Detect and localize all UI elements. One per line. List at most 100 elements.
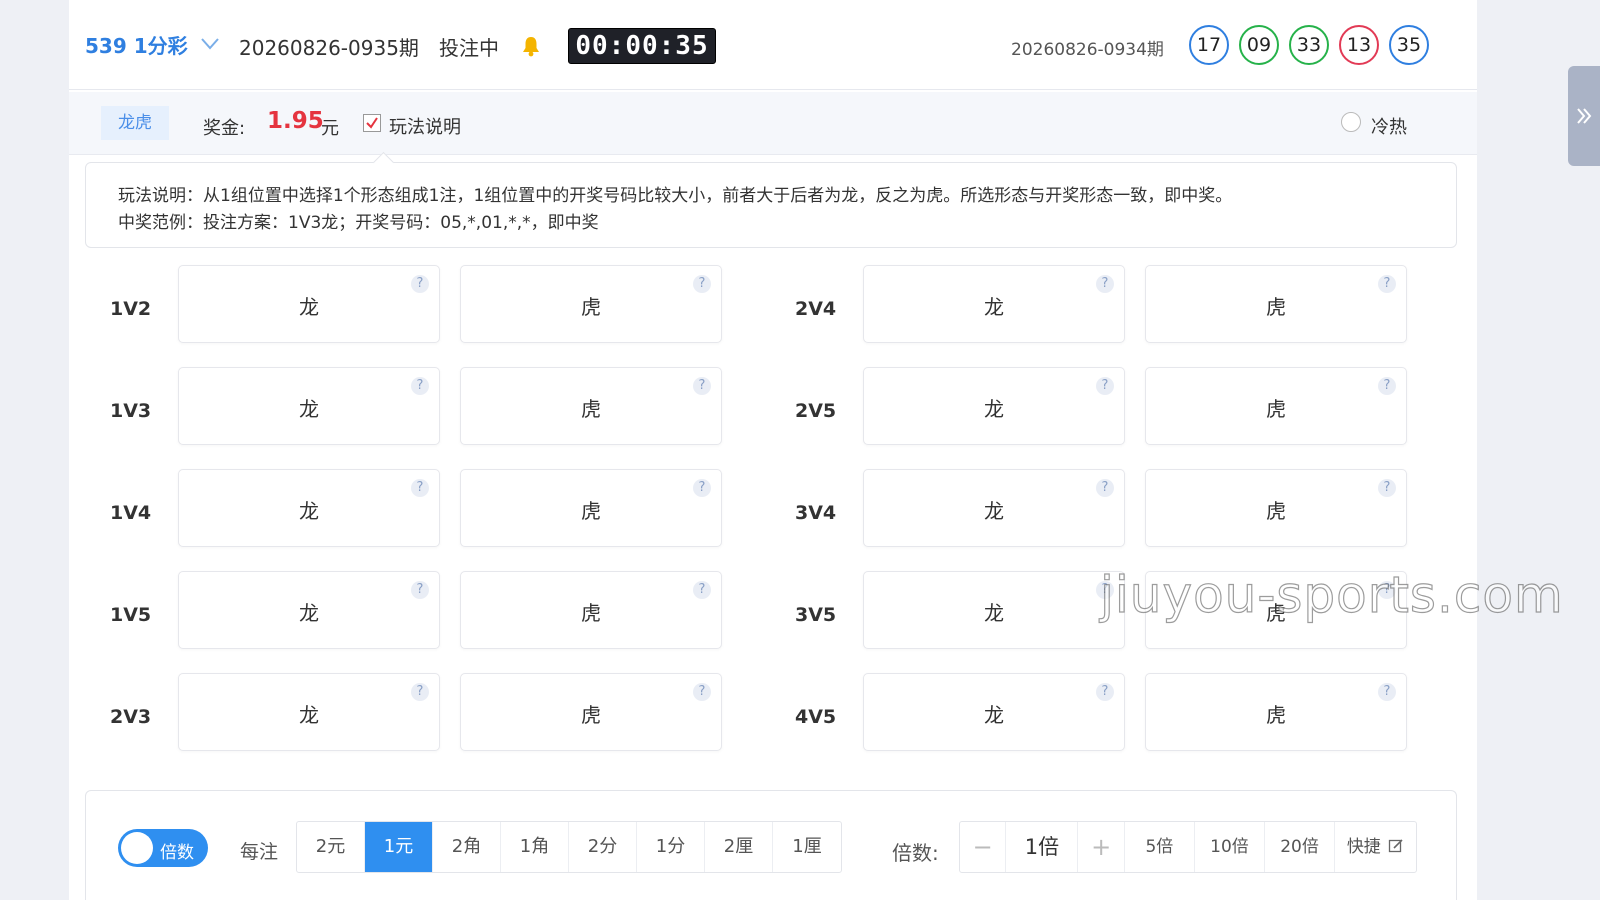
tiger-label: 虎 xyxy=(581,499,601,523)
help-icon[interactable]: ? xyxy=(1096,377,1114,395)
result-ball: 17 xyxy=(1189,25,1229,65)
multiplier-stepper: − 1倍 + 5倍 10倍 20倍 快捷 xyxy=(959,821,1417,873)
help-icon[interactable]: ? xyxy=(411,581,429,599)
watermark: jiuyou-sports.com xyxy=(1099,565,1564,624)
hot-cold-label[interactable]: 冷热 xyxy=(1371,113,1407,139)
position-pair-label: 2V3 xyxy=(110,706,152,728)
shortcut-label: 快捷 xyxy=(1346,837,1381,857)
bell-icon[interactable] xyxy=(521,35,541,57)
tiger-option[interactable]: 虎? xyxy=(1145,367,1407,445)
tiger-option[interactable]: 虎? xyxy=(1145,673,1407,751)
chevron-down-icon[interactable] xyxy=(199,32,221,54)
unit-selector: 2元 1元 2角 1角 2分 1分 2厘 1厘 xyxy=(296,821,842,873)
tiger-option[interactable]: 虎? xyxy=(1145,469,1407,547)
decrease-button[interactable]: − xyxy=(960,822,1005,872)
position-pair-label: 4V5 xyxy=(795,706,837,728)
position-pair-label: 3V4 xyxy=(795,502,837,524)
tiger-option[interactable]: 虎? xyxy=(460,265,722,343)
dragon-option[interactable]: 龙? xyxy=(178,469,440,547)
unit-option[interactable]: 1元 xyxy=(365,822,433,872)
play-tabbar: 龙虎 奖金: 1.95 元 玩法说明 冷热 xyxy=(69,92,1477,155)
dragon-option[interactable]: 龙? xyxy=(178,673,440,751)
help-icon[interactable]: ? xyxy=(411,275,429,293)
rule-label[interactable]: 玩法说明 xyxy=(389,113,461,139)
unit-option[interactable]: 1角 xyxy=(501,822,569,872)
shortcut-button[interactable]: 快捷 xyxy=(1334,822,1416,872)
result-balls: 17 09 33 13 35 xyxy=(1189,25,1439,65)
unit-option[interactable]: 2厘 xyxy=(705,822,773,872)
rule-checkbox[interactable] xyxy=(363,114,381,132)
bet-controls: 倍数 每注 2元 1元 2角 1角 2分 1分 2厘 1厘 倍数: − 1倍 + 5倍 10倍… xyxy=(85,790,1457,900)
result-ball: 33 xyxy=(1289,25,1329,65)
tiger-option[interactable]: 虎? xyxy=(1145,265,1407,343)
help-icon[interactable]: ? xyxy=(411,479,429,497)
dragon-option[interactable]: 龙? xyxy=(863,265,1125,343)
dragon-option[interactable]: 龙? xyxy=(178,265,440,343)
unit-option[interactable]: 1厘 xyxy=(773,822,841,872)
result-ball: 13 xyxy=(1339,25,1379,65)
dragon-label: 龙 xyxy=(299,295,319,319)
prize-value: 1.95 xyxy=(267,108,324,134)
side-panel-toggle[interactable] xyxy=(1568,66,1600,166)
result-ball: 35 xyxy=(1389,25,1429,65)
increase-button[interactable]: + xyxy=(1078,822,1123,872)
tiger-label: 虎 xyxy=(1266,703,1286,727)
quick-5x-button[interactable]: 5倍 xyxy=(1123,822,1194,872)
multiplier-value[interactable]: 1倍 xyxy=(1005,822,1079,872)
tiger-label: 虎 xyxy=(581,601,601,625)
tab-dragon-tiger[interactable]: 龙虎 xyxy=(101,106,169,140)
dragon-option[interactable]: 龙? xyxy=(178,571,440,649)
unit-option[interactable]: 1分 xyxy=(637,822,705,872)
double-chevron-right-icon xyxy=(1577,108,1592,124)
dragon-option[interactable]: 龙? xyxy=(863,571,1125,649)
tiger-label: 虎 xyxy=(1266,295,1286,319)
dragon-label: 龙 xyxy=(299,499,319,523)
quick-10x-button[interactable]: 10倍 xyxy=(1193,822,1264,872)
hot-cold-radio[interactable] xyxy=(1341,112,1361,132)
help-icon[interactable]: ? xyxy=(411,683,429,701)
dragon-option[interactable]: 龙? xyxy=(863,469,1125,547)
help-icon[interactable]: ? xyxy=(693,683,711,701)
dragon-label: 龙 xyxy=(299,601,319,625)
help-icon[interactable]: ? xyxy=(411,377,429,395)
check-icon xyxy=(366,117,378,129)
tiger-option[interactable]: 虎? xyxy=(460,469,722,547)
help-icon[interactable]: ? xyxy=(1378,683,1396,701)
help-icon[interactable]: ? xyxy=(1096,479,1114,497)
last-period: 20260826-0934期 xyxy=(1011,40,1164,60)
betting-status: 投注中 xyxy=(439,36,499,60)
tiger-label: 虎 xyxy=(581,295,601,319)
dragon-option[interactable]: 龙? xyxy=(863,367,1125,445)
position-pair-label: 1V2 xyxy=(110,298,152,320)
help-icon[interactable]: ? xyxy=(1096,275,1114,293)
help-icon[interactable]: ? xyxy=(1378,479,1396,497)
help-icon[interactable]: ? xyxy=(693,581,711,599)
help-icon[interactable]: ? xyxy=(1378,377,1396,395)
dragon-label: 龙 xyxy=(984,397,1004,421)
help-icon[interactable]: ? xyxy=(693,275,711,293)
unit-option[interactable]: 2角 xyxy=(433,822,501,872)
tiger-option[interactable]: 虎? xyxy=(460,673,722,751)
dragon-option[interactable]: 龙? xyxy=(178,367,440,445)
game-name[interactable]: 539 1分彩 xyxy=(85,30,188,59)
help-icon[interactable]: ? xyxy=(1378,275,1396,293)
current-period: 20260826-0935期 xyxy=(239,36,419,60)
dragon-label: 龙 xyxy=(299,703,319,727)
help-icon[interactable]: ? xyxy=(1096,683,1114,701)
dragon-label: 龙 xyxy=(299,397,319,421)
position-pair-label: 1V5 xyxy=(110,604,152,626)
quick-20x-button[interactable]: 20倍 xyxy=(1263,822,1334,872)
rule-explanation: 玩法说明：从1组位置中选择1个形态组成1注，1组位置中的开奖号码比较大小，前者大… xyxy=(85,151,1457,248)
explain-line-2: 中奖范例：投注方案：1V3龙；开奖号码：05,*,01,*,*，即中奖 xyxy=(118,213,599,233)
result-ball: 09 xyxy=(1239,25,1279,65)
multiplier-toggle[interactable]: 倍数 xyxy=(118,829,208,867)
position-pair-label: 1V4 xyxy=(110,502,152,524)
tiger-option[interactable]: 虎? xyxy=(460,571,722,649)
help-icon[interactable]: ? xyxy=(693,377,711,395)
tiger-option[interactable]: 虎? xyxy=(460,367,722,445)
multiplier-label: 倍数: xyxy=(892,841,939,865)
unit-option[interactable]: 2分 xyxy=(569,822,637,872)
help-icon[interactable]: ? xyxy=(693,479,711,497)
unit-option[interactable]: 2元 xyxy=(297,822,365,872)
dragon-option[interactable]: 龙? xyxy=(863,673,1125,751)
